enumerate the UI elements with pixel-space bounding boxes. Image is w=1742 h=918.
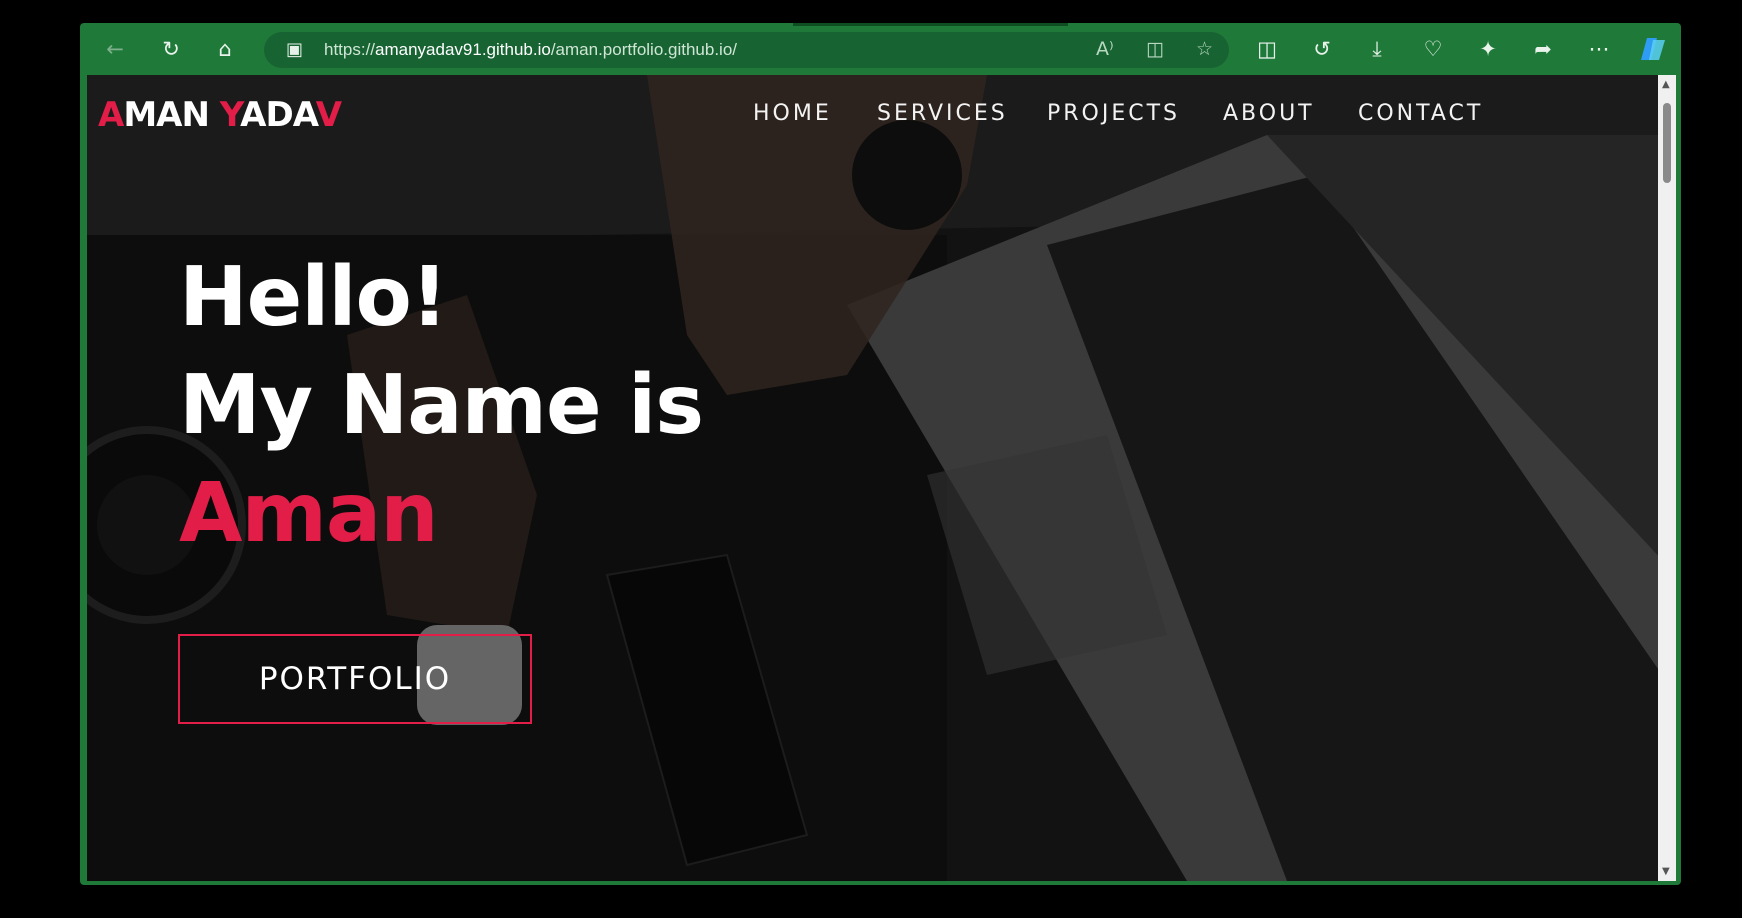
scroll-down-arrow-icon[interactable]: ▼: [1662, 866, 1670, 877]
nav-services[interactable]: SERVICES: [877, 101, 1008, 126]
extensions-icon[interactable]: ✦: [1471, 34, 1505, 64]
split-screen-icon[interactable]: ◫: [1250, 34, 1284, 64]
nav-about[interactable]: ABOUT: [1223, 101, 1315, 126]
url-host: amanyadav91.github.io: [375, 40, 551, 59]
history-icon[interactable]: ↺: [1305, 34, 1339, 64]
refresh-icon[interactable]: ↻: [154, 34, 188, 64]
page-scrollbar[interactable]: ▲ ▼: [1658, 75, 1676, 881]
page-viewport: AMAN YADAV HOME SERVICES PROJECTS ABOUT …: [87, 75, 1676, 881]
nav-home[interactable]: HOME: [753, 101, 832, 126]
favorite-star-icon[interactable]: ☆: [1196, 38, 1213, 60]
address-bar[interactable]: ▣ https://amanyadav91.github.io/aman.por…: [264, 32, 1229, 68]
downloads-icon[interactable]: ⤓: [1360, 34, 1394, 64]
back-icon[interactable]: ←: [98, 34, 132, 64]
scroll-up-arrow-icon[interactable]: ▲: [1662, 79, 1670, 90]
copilot-icon[interactable]: [1636, 34, 1670, 64]
hero-greeting: Hello!: [179, 250, 448, 345]
url-path: /aman.portfolio.github.io/: [550, 40, 737, 59]
share-icon[interactable]: ➦: [1526, 34, 1560, 64]
nav-projects[interactable]: PROJECTS: [1047, 101, 1180, 126]
lock-icon[interactable]: ▣: [286, 39, 303, 60]
browser-essentials-icon[interactable]: ♡: [1416, 34, 1450, 64]
portfolio-button[interactable]: PORTFOLIO: [178, 634, 532, 724]
url-text[interactable]: https://amanyadav91.github.io/aman.portf…: [324, 40, 737, 60]
main-nav: HOME SERVICES PROJECTS ABOUT CONTACT: [87, 101, 1657, 131]
url-prefix: https://: [324, 40, 376, 59]
home-icon[interactable]: ⌂: [208, 34, 242, 64]
hero-name: Aman: [179, 466, 439, 561]
immersive-reader-icon[interactable]: ◫: [1146, 38, 1164, 60]
copilot-logo: [1641, 38, 1665, 60]
nav-contact[interactable]: CONTACT: [1358, 101, 1483, 126]
browser-window: ← ↻ ⌂ ▣ https://amanyadav91.github.io/am…: [80, 23, 1681, 885]
scrollbar-thumb[interactable]: [1663, 103, 1671, 183]
hero-intro: My Name is: [179, 358, 704, 453]
read-aloud-icon[interactable]: A⁾: [1096, 38, 1114, 60]
browser-toolbar: ← ↻ ⌂ ▣ https://amanyadav91.github.io/am…: [80, 23, 1681, 75]
more-icon[interactable]: ⋯: [1582, 34, 1616, 64]
